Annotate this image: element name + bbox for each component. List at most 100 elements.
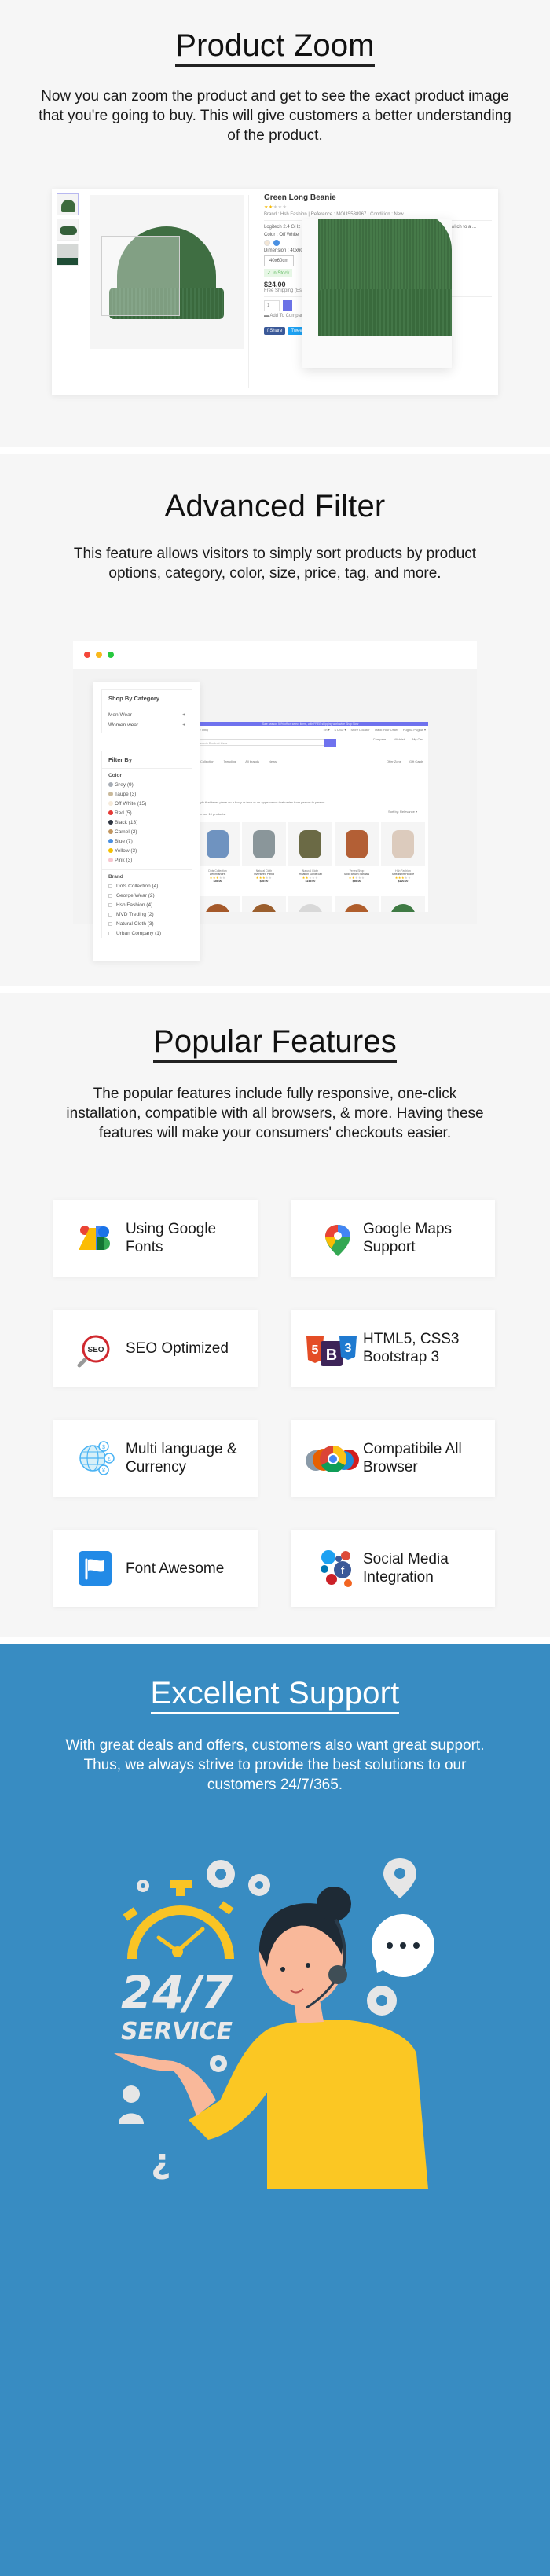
section-separator: [0, 986, 550, 993]
track-order-link[interactable]: Track Your Order: [375, 728, 398, 732]
product-image[interactable]: [242, 822, 286, 866]
checkbox[interactable]: [108, 884, 112, 888]
color-swatch-blue[interactable]: [273, 240, 280, 246]
product-image[interactable]: [381, 822, 425, 866]
close-window-icon[interactable]: [84, 652, 90, 658]
color-swatch: [108, 858, 113, 862]
checkbox[interactable]: [108, 912, 112, 917]
checkbox[interactable]: [108, 931, 112, 935]
minimize-window-icon[interactable]: [96, 652, 102, 658]
brand-filter-label: Natural Cloth (3): [116, 921, 154, 927]
product-image[interactable]: [242, 896, 286, 912]
svg-text:3: 3: [345, 1342, 352, 1355]
store-locator-link[interactable]: Store Locator: [351, 728, 370, 732]
add-to-cart-button[interactable]: [283, 300, 292, 311]
product-image[interactable]: [288, 822, 332, 866]
color-filter-label: Yellow (3): [115, 847, 138, 854]
svg-text:¥: ¥: [102, 1468, 105, 1474]
feature-label: SEO Optimized: [126, 1339, 229, 1357]
brand-filter-option[interactable]: Natural Cloth (3): [102, 919, 192, 928]
thumbnail-lifestyle[interactable]: [57, 244, 79, 266]
product-image[interactable]: [288, 896, 332, 912]
color-swatch: [108, 839, 113, 843]
offer-zone-link[interactable]: Offer Zone: [387, 759, 402, 763]
thumbnail-top[interactable]: [57, 219, 79, 241]
account-menu[interactable]: Pugnia Pugnia ▾: [403, 728, 426, 732]
quantity-input[interactable]: 1: [264, 300, 280, 311]
product-name: Green Long Beanie: [264, 193, 336, 202]
color-filter-list: Grey (9) Taupe (3) Off White (15) Red (5) Bl…: [102, 780, 192, 865]
feature-card: Compatibile All Browser: [291, 1420, 495, 1497]
dimension-option[interactable]: 40x60cm: [264, 255, 295, 266]
brand-filter-label: Dots Collection (4): [116, 883, 159, 889]
product-card-meta: Natural Cloth Imitation suede cap ★★★★★ $16…: [288, 869, 332, 883]
category-item[interactable]: Men Wear +: [102, 710, 192, 720]
color-filter-option[interactable]: Off White (15): [102, 799, 192, 808]
google-fonts-icon: [77, 1223, 113, 1255]
main-menu: Collection Trending All brands News: [200, 759, 277, 763]
section-description: This feature allows visitors to simply s…: [73, 546, 477, 582]
seo-icon: SEO: [77, 1333, 113, 1368]
color-filter-option[interactable]: Pink (3): [102, 855, 192, 865]
chat-bubble-icon: [372, 1914, 434, 1977]
brand-filter-option[interactable]: Dots Collection (4): [102, 881, 192, 891]
user-icon: [119, 2085, 144, 2124]
product-main-image[interactable]: [90, 195, 244, 349]
brand-filter-option[interactable]: MVD Treding (2): [102, 910, 192, 919]
search-input[interactable]: Search Product Here...: [196, 739, 329, 746]
advanced-filter-section: Advanced Filter This feature allows visi…: [0, 454, 550, 986]
color-filter-label: Blue (7): [115, 838, 133, 844]
category-item[interactable]: Women wear +: [102, 720, 192, 730]
color-filter-option[interactable]: Camel (2): [102, 827, 192, 836]
gift-cards-link[interactable]: Gift Cards: [409, 759, 424, 763]
product-image[interactable]: [196, 822, 240, 866]
brand-filter-option[interactable]: George Wear (2): [102, 891, 192, 900]
excellent-support-section: Excellent Support With great deals and o…: [0, 1644, 550, 2576]
product-image[interactable]: [381, 896, 425, 912]
checkbox[interactable]: [108, 893, 112, 898]
header-icons: Compare Wishlist My Cart: [373, 737, 424, 741]
checkbox[interactable]: [108, 921, 112, 926]
product-meta: Brand : Hsh Fashion | Reference : MOUS53…: [264, 212, 404, 217]
menu-item[interactable]: News: [269, 759, 277, 763]
product-price: $49.00: [213, 880, 222, 883]
sort-select[interactable]: Sort by: Relevance ▾: [388, 810, 417, 814]
color-filter-option[interactable]: Yellow (3): [102, 846, 192, 855]
menu-item[interactable]: All brands: [245, 759, 259, 763]
color-swatch-off-white[interactable]: [264, 240, 270, 246]
product-image[interactable]: [196, 896, 240, 912]
maximize-window-icon[interactable]: [108, 652, 114, 658]
language-select[interactable]: En ▾: [324, 728, 330, 732]
color-filter-option[interactable]: Grey (9): [102, 780, 192, 789]
checkbox[interactable]: [108, 902, 112, 907]
product-price: $169.00: [305, 880, 316, 883]
font-awesome-icon: [77, 1551, 113, 1586]
color-filter-label: Black (13): [115, 819, 138, 825]
thumbnail-front[interactable]: [57, 193, 79, 215]
color-filter-option[interactable]: Black (13): [102, 818, 192, 827]
feature-label: Font Awesome: [126, 1560, 225, 1577]
brand-filter-label: Hsh Fashion (4): [116, 902, 153, 908]
filter-sidebar: Shop By Category Men Wear + Women wear + F…: [93, 682, 200, 961]
color-filter-option[interactable]: Red (5): [102, 808, 192, 818]
menu-item[interactable]: Collection: [200, 759, 214, 763]
color-filter-option[interactable]: Blue (7): [102, 836, 192, 846]
brand-filter-option[interactable]: Hsh Fashion (4): [102, 900, 192, 910]
menu-item[interactable]: Trending: [224, 759, 236, 763]
feature-card: Google Maps Support: [291, 1200, 495, 1277]
section-description: The popular features include fully respo…: [66, 1086, 484, 1141]
compare-icon[interactable]: Compare: [373, 737, 386, 741]
facebook-share-button[interactable]: f Share: [264, 327, 286, 335]
currency-select[interactable]: $ USD ▾: [335, 728, 346, 732]
color-filter-label: Grey (9): [115, 781, 134, 788]
zoom-lens[interactable]: [101, 236, 180, 316]
product-image[interactable]: [335, 822, 379, 866]
cart-icon[interactable]: My Cart: [412, 737, 424, 741]
wishlist-icon[interactable]: Wishlist: [394, 737, 405, 741]
multi-language-currency-icon: $ € ¥: [77, 1441, 115, 1475]
section-separator: [0, 1637, 550, 1644]
product-image[interactable]: [335, 896, 379, 912]
color-filter-option[interactable]: Taupe (3): [102, 789, 192, 799]
search-button[interactable]: [324, 739, 336, 747]
brand-filter-option[interactable]: Urban Company (1): [102, 928, 192, 938]
